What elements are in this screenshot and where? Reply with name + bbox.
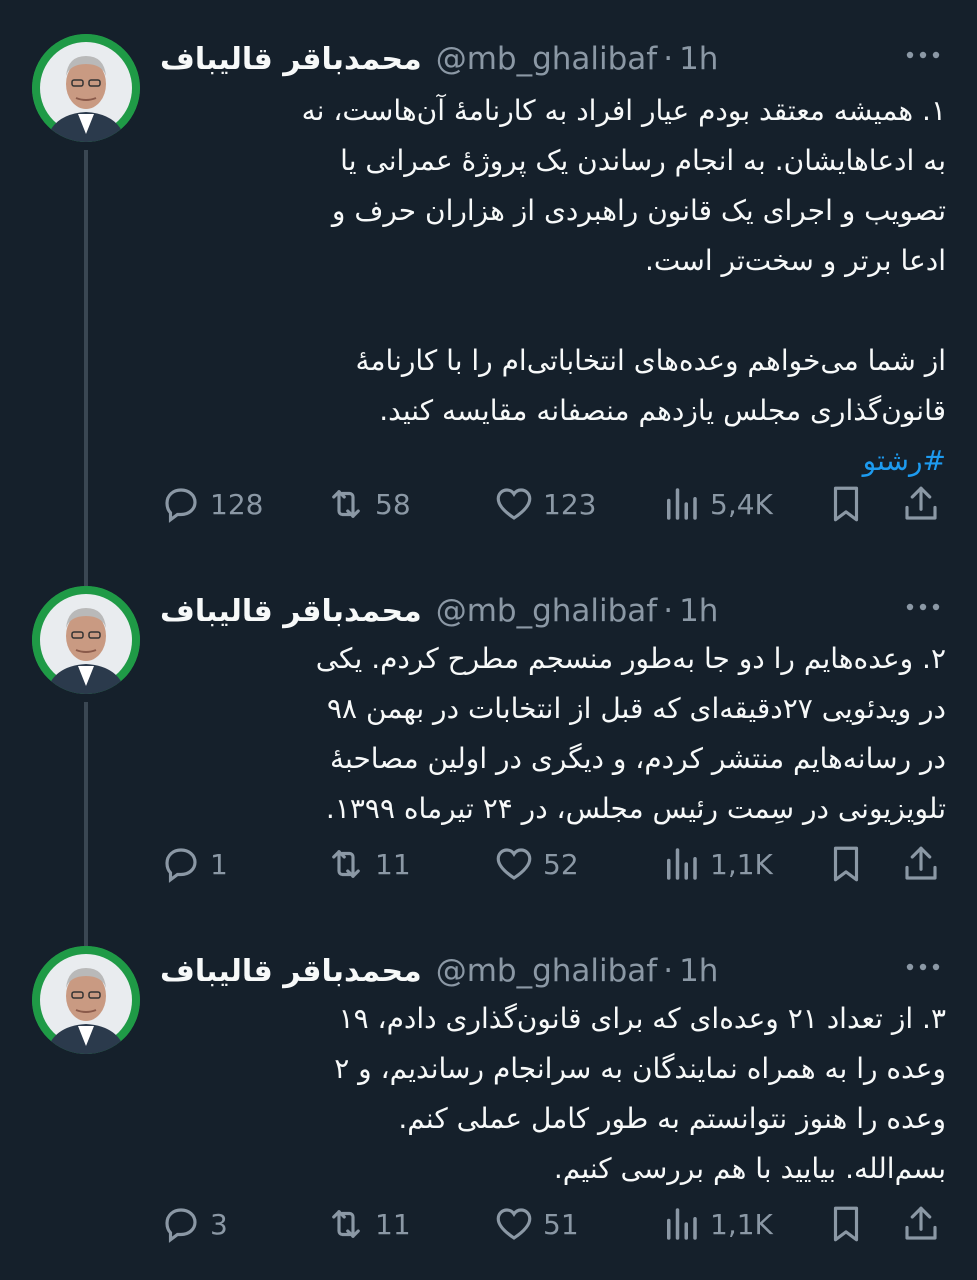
- share-icon: [905, 1206, 937, 1240]
- more-icon[interactable]: [903, 952, 943, 990]
- handle[interactable]: @mb_ghalibaf · 1h: [436, 953, 719, 989]
- like-icon: [496, 488, 532, 520]
- like-count: 52: [543, 847, 579, 881]
- share-icon: [905, 846, 937, 880]
- avatar[interactable]: [32, 34, 140, 142]
- retweet-count: 58: [375, 487, 411, 521]
- view-count: 1,1K: [710, 847, 773, 881]
- share-icon: [905, 486, 937, 520]
- share-button[interactable]: [900, 842, 942, 886]
- tweet-body: ۱. همیشه معتقد بودم عیار افراد به کارنام…: [160, 86, 946, 486]
- display-name[interactable]: محمدباقر قالیباف: [160, 954, 422, 989]
- handle[interactable]: @mb_ghalibaf · 1h: [436, 41, 719, 77]
- tweet-header: محمدباقر قالیباف @mb_ghalibaf · 1h: [160, 34, 718, 84]
- bookmark-icon: [833, 486, 859, 522]
- retweet-icon: [332, 850, 360, 878]
- reply-icon: [165, 1208, 197, 1243]
- share-button[interactable]: [900, 1202, 942, 1246]
- bookmark-icon: [833, 846, 859, 882]
- like-button[interactable]: 123: [493, 482, 596, 526]
- separator: ·: [663, 593, 674, 629]
- views-button[interactable]: 1,1K: [660, 1202, 773, 1246]
- bookmark-button[interactable]: [825, 482, 867, 526]
- view-count: 5,4K: [710, 487, 773, 521]
- tweet-body: ۳. از تعداد ۲۱ وعده‌ای که برای قانون‌گذا…: [160, 994, 946, 1194]
- retweet-button[interactable]: 11: [325, 842, 411, 886]
- avatar[interactable]: [32, 946, 140, 1054]
- reply-button[interactable]: 3: [160, 1202, 228, 1246]
- reply-count: 1: [210, 847, 228, 881]
- tweet-text: ۲. وعده‌هایم را دو جا به‌طور منسجم مطرح …: [315, 642, 946, 825]
- bookmark-button[interactable]: [825, 842, 867, 886]
- tweet-text: ۱. همیشه معتقد بودم عیار افراد به کارنام…: [301, 94, 946, 427]
- views-icon: [667, 488, 697, 520]
- handle[interactable]: @mb_ghalibaf · 1h: [436, 593, 719, 629]
- tweet-header: محمدباقر قالیباف @mb_ghalibaf · 1h: [160, 586, 718, 636]
- retweet-button[interactable]: 11: [325, 1202, 411, 1246]
- like-count: 51: [543, 1207, 579, 1241]
- share-button[interactable]: [900, 482, 942, 526]
- action-bar: 128 58 123 5,4K: [160, 482, 946, 526]
- avatar[interactable]: [32, 586, 140, 694]
- reply-count: 3: [210, 1207, 228, 1241]
- like-button[interactable]: 51: [493, 1202, 579, 1246]
- tweet-header: محمدباقر قالیباف @mb_ghalibaf · 1h: [160, 946, 718, 996]
- handle-text: @mb_ghalibaf: [435, 593, 658, 629]
- handle-text: @mb_ghalibaf: [435, 41, 658, 77]
- views-button[interactable]: 5,4K: [660, 482, 773, 526]
- bookmark-button[interactable]: [825, 1202, 867, 1246]
- tweet-body: ۲. وعده‌هایم را دو جا به‌طور منسجم مطرح …: [160, 634, 946, 834]
- like-button[interactable]: 52: [493, 842, 579, 886]
- thread-line: [84, 702, 88, 950]
- handle-text: @mb_ghalibaf: [435, 953, 658, 989]
- reply-icon: [165, 488, 197, 523]
- display-name[interactable]: محمدباقر قالیباف: [160, 594, 422, 629]
- tweet-text: ۳. از تعداد ۲۱ وعده‌ای که برای قانون‌گذا…: [334, 1002, 946, 1185]
- action-bar: 3 11 51 1,1K: [160, 1202, 946, 1246]
- reply-icon: [165, 848, 197, 883]
- timestamp[interactable]: 1h: [679, 41, 718, 77]
- action-bar: 1 11 52 1,1K: [160, 842, 946, 886]
- retweet-count: 11: [375, 847, 411, 881]
- timestamp[interactable]: 1h: [679, 953, 718, 989]
- thread-line: [84, 150, 88, 590]
- separator: ·: [663, 953, 674, 989]
- timestamp[interactable]: 1h: [679, 593, 718, 629]
- views-icon: [667, 848, 697, 880]
- retweet-count: 11: [375, 1207, 411, 1241]
- separator: ·: [663, 41, 674, 77]
- views-button[interactable]: 1,1K: [660, 842, 773, 886]
- reply-button[interactable]: 128: [160, 482, 263, 526]
- reply-count: 128: [210, 487, 264, 521]
- like-icon: [496, 1208, 532, 1240]
- reply-button[interactable]: 1: [160, 842, 228, 886]
- retweet-icon: [332, 490, 360, 518]
- more-icon[interactable]: [903, 40, 943, 78]
- like-count: 123: [543, 487, 597, 521]
- retweet-button[interactable]: 58: [325, 482, 411, 526]
- retweet-icon: [332, 1210, 360, 1238]
- more-icon[interactable]: [903, 592, 943, 630]
- views-icon: [667, 1208, 697, 1240]
- hashtag-link[interactable]: #رشتو: [160, 436, 946, 486]
- view-count: 1,1K: [710, 1207, 773, 1241]
- bookmark-icon: [833, 1206, 859, 1242]
- display-name[interactable]: محمدباقر قالیباف: [160, 42, 422, 77]
- like-icon: [496, 848, 532, 880]
